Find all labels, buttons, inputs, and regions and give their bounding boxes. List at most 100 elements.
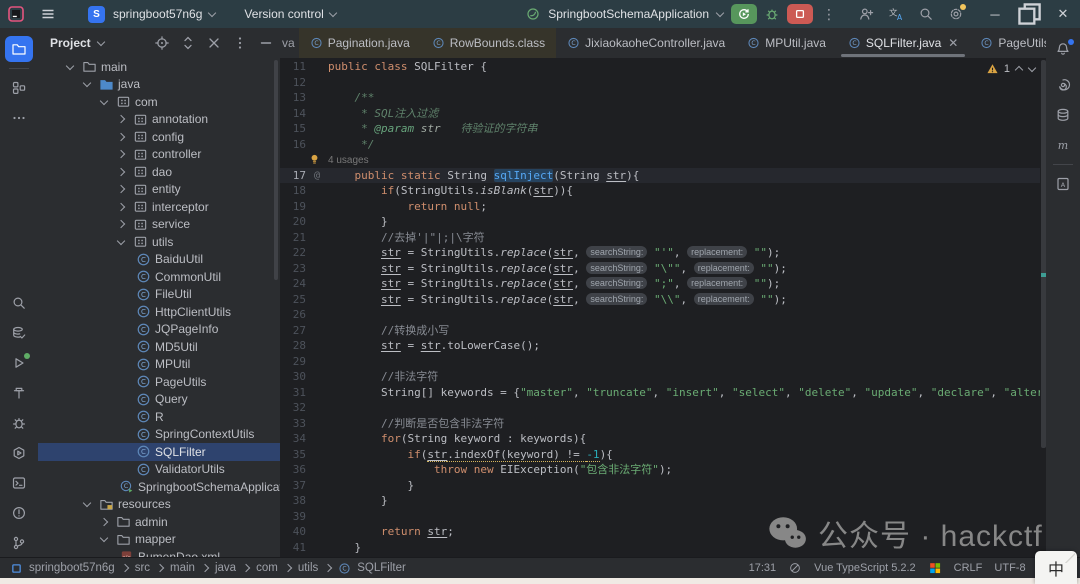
line-number[interactable]: 25 [280, 292, 306, 308]
line-number[interactable]: 14 [280, 106, 306, 122]
chevron-up-icon[interactable] [1015, 65, 1023, 73]
chevron-right-icon[interactable] [100, 518, 114, 526]
chevron-down-icon[interactable] [208, 10, 216, 18]
ime-indicator[interactable]: 中 [1035, 551, 1077, 584]
breadcrumb-item[interactable]: SQLFilter [357, 562, 406, 574]
ai-assistant-icon[interactable] [1049, 72, 1077, 98]
code-line[interactable]: 38 } [280, 493, 1040, 509]
line-number[interactable]: 22 [280, 245, 306, 261]
settings-icon[interactable] [948, 6, 964, 22]
breadcrumb-item[interactable]: com [256, 562, 278, 574]
structure-icon[interactable] [5, 75, 33, 101]
tree-item-resources[interactable]: resources [38, 496, 280, 514]
collapse-all-icon[interactable] [206, 35, 222, 51]
tab-pageutils-java[interactable]: CPageUtils.java [969, 28, 1046, 58]
tree-item-interceptor[interactable]: interceptor [38, 198, 280, 216]
line-number[interactable]: 34 [280, 431, 306, 447]
code-line[interactable]: 27 //转换成小写 [280, 323, 1040, 339]
code-line[interactable]: 37 } [280, 478, 1040, 494]
tree-item-query[interactable]: CQuery [38, 391, 280, 409]
hide-panel-icon[interactable] [258, 35, 274, 51]
chevron-down-icon[interactable] [100, 535, 114, 543]
breadcrumb-item[interactable]: springboot57n6g [29, 562, 115, 574]
status-encoding[interactable]: UTF-8 [994, 562, 1025, 574]
code-line[interactable]: 32 [280, 400, 1040, 416]
rerun-button[interactable] [731, 4, 757, 24]
run-config-name[interactable]: SpringbootSchemaApplication [548, 7, 709, 21]
code-line[interactable]: 21 //去掉'|"|;|\字符 [280, 230, 1040, 246]
tree-item-springcontextutils[interactable]: CSpringContextUtils [38, 426, 280, 444]
notifications-bell-icon[interactable] [1049, 36, 1077, 62]
tree-item-com[interactable]: com [38, 93, 280, 111]
code-line[interactable]: 29 [280, 354, 1040, 370]
chevron-down-icon[interactable] [83, 500, 97, 508]
code-line[interactable]: 14 * SQL注入过滤 [280, 106, 1040, 122]
tree-item-mapper[interactable]: mapper [38, 531, 280, 549]
code-line[interactable]: 26 [280, 307, 1040, 323]
code-line[interactable]: 39 [280, 509, 1040, 525]
code-line[interactable]: 17@ public static String sqlInject(Strin… [280, 168, 1040, 184]
panel-title[interactable]: Project [50, 36, 91, 50]
close-icon[interactable]: ✕ [1046, 0, 1080, 28]
tree-item-commonutil[interactable]: CCommonUtil [38, 268, 280, 286]
line-number[interactable]: 38 [280, 493, 306, 509]
line-number[interactable]: 18 [280, 183, 306, 199]
tree-item-fileutil[interactable]: CFileUtil [38, 286, 280, 304]
line-number[interactable]: 20 [280, 214, 306, 230]
translate-icon[interactable]: 文A [888, 6, 904, 22]
tree-item-annotation[interactable]: annotation [38, 111, 280, 129]
line-number[interactable]: 33 [280, 416, 306, 432]
build-icon[interactable] [5, 380, 33, 406]
breadcrumb-item[interactable]: java [215, 562, 236, 574]
add-user-icon[interactable] [858, 6, 874, 22]
tree-item-controller[interactable]: controller [38, 146, 280, 164]
expand-collapse-icon[interactable] [180, 35, 196, 51]
code-line[interactable]: 15 * @param str 待验证的字符串 [280, 121, 1040, 137]
code-line[interactable]: 11public class SQLFilter { [280, 59, 1040, 75]
panel-more-icon[interactable] [232, 35, 248, 51]
minimize-icon[interactable]: ─ [978, 0, 1012, 28]
intention-bulb-icon[interactable] [308, 152, 321, 165]
stop-button[interactable] [787, 4, 813, 24]
line-number[interactable]: 32 [280, 400, 306, 416]
version-control-icon[interactable] [5, 530, 33, 556]
breadcrumb-item[interactable]: utils [298, 562, 318, 574]
tree-item-dao[interactable]: dao [38, 163, 280, 181]
code-line[interactable]: 31 String[] keywords = {"master", "trunc… [280, 385, 1040, 401]
debug-tool-icon[interactable] [5, 410, 33, 436]
line-number[interactable]: 31 [280, 385, 306, 401]
project-name[interactable]: springboot57n6g [113, 7, 202, 21]
tree-item-utils[interactable]: utils [38, 233, 280, 251]
line-number[interactable]: 19 [280, 199, 306, 215]
code-line[interactable]: 33 //判断是否包含非法字符 [280, 416, 1040, 432]
search-icon[interactable] [918, 6, 934, 22]
tree-item-main[interactable]: main [38, 58, 280, 76]
line-number[interactable]: 21 [280, 230, 306, 246]
code-line[interactable]: 34 for(String keyword : keywords){ [280, 431, 1040, 447]
project-icon[interactable] [5, 36, 33, 62]
chevron-down-icon[interactable] [66, 63, 80, 71]
line-number[interactable]: 36 [280, 462, 306, 478]
chevron-right-icon[interactable] [117, 150, 131, 158]
tab-mputil-java[interactable]: CMPUtil.java [736, 28, 837, 58]
code-line[interactable]: 24 str = StringUtils.replace(str, search… [280, 276, 1040, 292]
line-number[interactable]: 28 [280, 338, 306, 354]
usages-hint-line[interactable]: 4 usages [280, 152, 1040, 168]
tree-item-md5util[interactable]: CMD5Util [38, 338, 280, 356]
code-line[interactable]: 35 if(str.indexOf(keyword) != -1){ [280, 447, 1040, 463]
tab-rowbounds-class[interactable]: CRowBounds.class [421, 28, 556, 58]
code-line[interactable]: 41 } [280, 540, 1040, 556]
tree-item-springbootschemaapplication[interactable]: CSpringbootSchemaApplication [38, 478, 280, 496]
chevron-down-icon[interactable] [97, 39, 105, 47]
usages-hint[interactable]: 4 usages [328, 155, 369, 166]
line-number[interactable]: 16 [280, 137, 306, 153]
commit-icon[interactable] [5, 320, 33, 346]
plugin-grid-icon[interactable] [928, 561, 942, 575]
hamburger-menu-icon[interactable] [40, 6, 56, 22]
tree-item-validatorutils[interactable]: CValidatorUtils [38, 461, 280, 479]
locate-file-icon[interactable] [154, 35, 170, 51]
line-number[interactable]: 12 [280, 75, 306, 91]
tree-item-java[interactable]: java [38, 76, 280, 94]
more-rail-icon[interactable] [5, 105, 33, 131]
chevron-down-icon[interactable] [716, 10, 724, 18]
